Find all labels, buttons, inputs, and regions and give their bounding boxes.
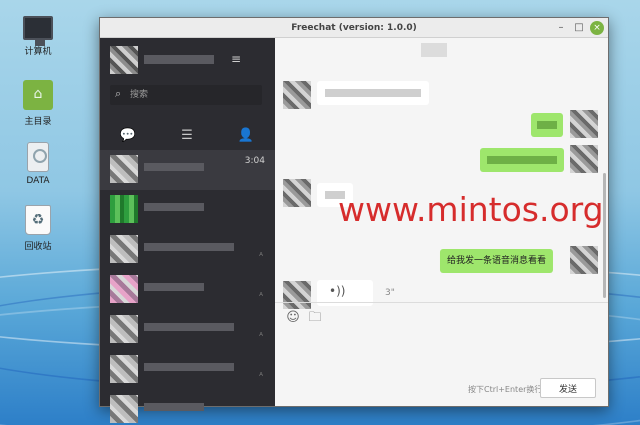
list-icon[interactable]: ☰ [177,126,197,146]
search-icon: ⌕ [115,87,122,100]
window-title: Freechat (version: 1.0.0) [291,23,417,33]
chat-name [144,323,234,331]
chat-name [144,243,234,251]
mute-icon: ᴬ [259,292,263,302]
outgoing-message [480,148,564,172]
chat-list-item[interactable] [100,390,275,425]
desktop-icon-trash[interactable]: ♻ 回收站 [8,205,68,252]
sidebar-tabs: 💬 ☰ 👤 [100,126,275,150]
avatar [110,275,138,303]
avatar [110,235,138,263]
chat-name [144,203,204,211]
emoji-icon[interactable]: ☺ [285,310,301,326]
avatar [570,110,598,138]
minimize-button[interactable]: – [554,21,568,35]
contact-name-header [421,43,447,57]
mute-icon: ᴬ [259,252,263,262]
avatar [110,195,138,223]
chat-list-item[interactable]: 3:04 [100,150,275,190]
avatar [570,145,598,173]
menu-icon[interactable]: ≡ [231,52,241,66]
my-avatar[interactable] [110,46,138,74]
desktop-icon-computer[interactable]: 计算机 [8,16,68,57]
desktop-icon-label: DATA [26,176,50,186]
chat-list-item[interactable]: ᴬ [100,270,275,310]
chat-list-item[interactable]: ᴬ [100,230,275,270]
my-name [144,55,214,64]
desktop-icon-home[interactable]: 主目录 [8,80,68,127]
mute-icon: ᴬ [259,372,263,382]
chat-name [144,363,234,371]
avatar [110,395,138,423]
desktop-icon-label: 回收站 [24,242,52,252]
outgoing-message [531,113,563,137]
message-area: 给我发一条语音消息看看 •)) 3" [275,38,608,309]
home-folder-icon [23,80,53,110]
outgoing-message: 给我发一条语音消息看看 [439,249,553,273]
avatar [570,246,598,274]
voice-icon: •)) [329,284,346,298]
chat-name [144,283,204,291]
computer-icon [23,16,53,46]
avatar [283,179,311,207]
window-titlebar[interactable]: Freechat (version: 1.0.0) – □ × [100,18,608,38]
composer-toolbar: ☺ 🗀 [275,302,608,332]
newline-hint: 按下Ctrl+Enter换行 [468,385,543,394]
drive-icon [27,142,49,172]
incoming-message [317,81,429,105]
desktop-icon-label: 主目录 [24,117,52,127]
mute-icon: ᴬ [259,332,263,342]
file-icon[interactable]: 🗀 [307,310,323,326]
avatar [283,81,311,109]
chat-bubble-icon[interactable]: 💬 [118,126,138,146]
chat-name [144,403,204,411]
sidebar: ≡ ⌕ 💬 ☰ 👤 3:04 ᴬ [100,38,275,423]
maximize-button[interactable]: □ [572,21,586,35]
chat-list-item[interactable] [100,190,275,230]
chat-list: 3:04 ᴬ ᴬ ᴬ ᴬ [100,150,275,425]
message-input[interactable] [275,332,608,374]
chat-name [144,163,204,171]
avatar [110,355,138,383]
search-input[interactable] [130,88,255,102]
send-button[interactable]: 发送 [540,378,596,398]
voice-duration: 3" [385,288,395,298]
close-button[interactable]: × [590,21,604,35]
avatar [110,315,138,343]
chat-list-item[interactable]: ᴬ [100,310,275,350]
trash-icon: ♻ [25,205,51,235]
person-icon[interactable]: 👤 [236,126,256,146]
avatar [110,155,138,183]
search-box[interactable]: ⌕ [110,85,262,105]
desktop-icon-data[interactable]: DATA [8,142,68,186]
chat-time: 3:04 [244,156,265,166]
watermark-text: www.mintos.org [338,190,604,229]
chat-list-item[interactable]: ᴬ [100,350,275,390]
